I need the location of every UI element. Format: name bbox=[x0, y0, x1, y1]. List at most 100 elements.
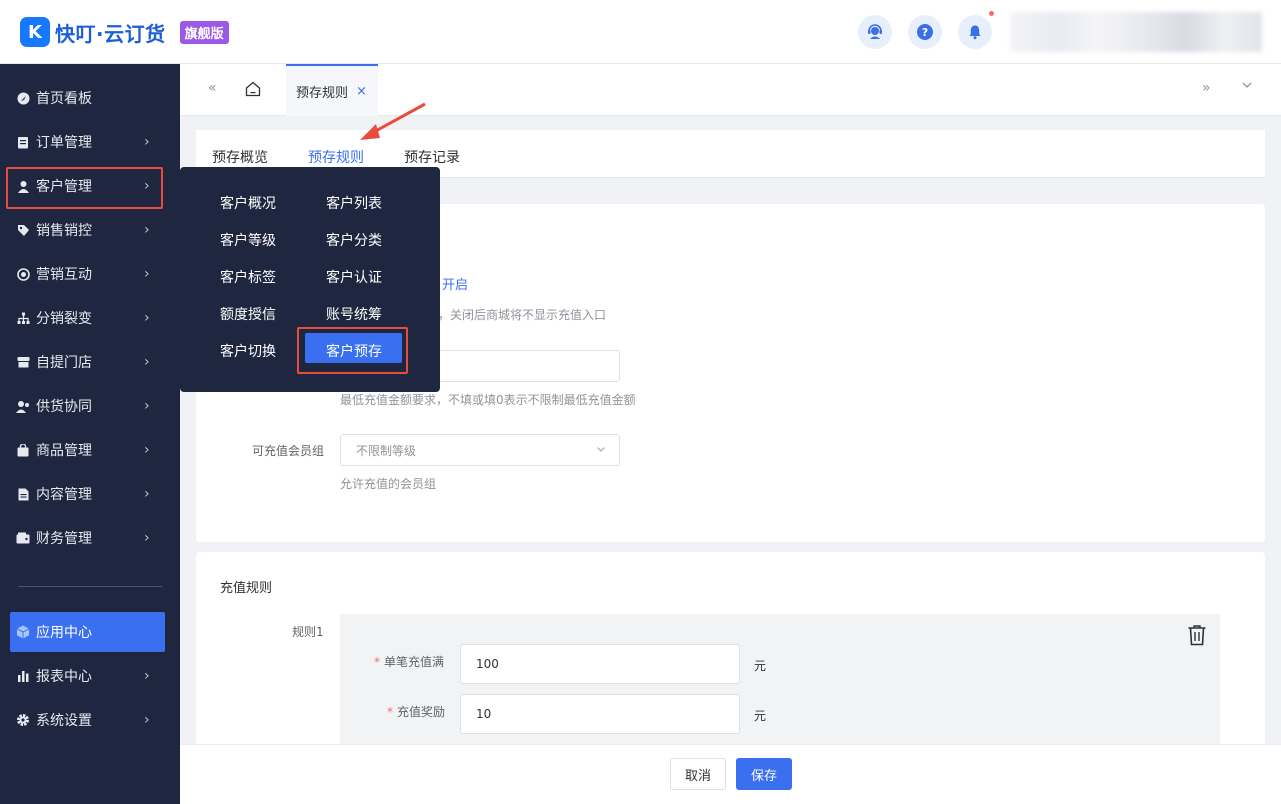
distribution-icon bbox=[16, 311, 30, 325]
sidebar-item-dashboard[interactable]: 首页看板 bbox=[0, 78, 180, 118]
chevron-right-icon: › bbox=[144, 442, 150, 458]
sidebar-item-settings[interactable]: 系统设置 › bbox=[0, 700, 180, 740]
submenu-customer-switch[interactable]: 客户切换 bbox=[220, 341, 276, 361]
app-logo[interactable]: K 快叮·云订货 旗舰版 bbox=[20, 17, 229, 47]
sidebar-item-sales[interactable]: 销售销控 › bbox=[0, 210, 180, 250]
expand-right-icon[interactable]: » bbox=[1202, 80, 1211, 96]
sidebar-item-label: 系统设置 bbox=[36, 713, 92, 729]
reward-input[interactable]: 10 bbox=[460, 694, 740, 734]
required-mark: * bbox=[387, 705, 393, 719]
sidebar-item-store[interactable]: 自提门店 › bbox=[0, 342, 180, 382]
sidebar-item-distribution[interactable]: 分销裂变 › bbox=[0, 298, 180, 338]
support-icon[interactable] bbox=[858, 15, 892, 49]
help-icon[interactable]: ? bbox=[908, 15, 942, 49]
chevron-right-icon: › bbox=[144, 712, 150, 728]
footer-bar bbox=[180, 744, 1281, 804]
submenu-credit[interactable]: 额度授信 bbox=[220, 304, 276, 324]
reward-value: 10 bbox=[476, 707, 492, 721]
single-recharge-text: 单笔充值满 bbox=[384, 655, 445, 669]
rule-label: 规则1 bbox=[292, 625, 324, 639]
tab-bar: « 预存规则 × » bbox=[180, 64, 1281, 116]
customer-menu-highlight-box bbox=[6, 167, 163, 209]
tab-label: 预存规则 bbox=[296, 85, 349, 101]
sidebar-item-label: 财务管理 bbox=[36, 531, 92, 547]
goods-icon bbox=[16, 443, 30, 457]
chevron-right-icon: › bbox=[144, 668, 150, 684]
help-glyph: ? bbox=[917, 24, 933, 40]
chevron-right-icon: › bbox=[144, 486, 150, 502]
single-recharge-label: * 单笔充值满 bbox=[374, 653, 444, 670]
required-mark: * bbox=[374, 655, 380, 669]
submenu-customer-list[interactable]: 客户列表 bbox=[326, 193, 382, 213]
bell-icon[interactable] bbox=[958, 15, 992, 49]
chevron-right-icon: › bbox=[144, 354, 150, 370]
supply-icon bbox=[16, 399, 30, 413]
trash-icon[interactable] bbox=[1187, 624, 1207, 646]
sidebar-item-label: 订单管理 bbox=[36, 135, 92, 151]
collapse-left-icon[interactable]: « bbox=[208, 80, 217, 96]
chevron-right-icon: › bbox=[144, 266, 150, 282]
chevron-right-icon: › bbox=[144, 134, 150, 150]
submenu-customer-verify[interactable]: 客户认证 bbox=[326, 267, 382, 287]
sidebar-item-label: 商品管理 bbox=[36, 443, 92, 459]
edition-badge: 旗舰版 bbox=[179, 20, 229, 44]
sidebar-item-label: 内容管理 bbox=[36, 487, 92, 503]
subtab-rules[interactable]: 预存规则 bbox=[308, 147, 364, 167]
subtab-records[interactable]: 预存记录 bbox=[404, 147, 460, 167]
sidebar-item-goods[interactable]: 商品管理 › bbox=[0, 430, 180, 470]
sidebar-item-content[interactable]: 内容管理 › bbox=[0, 474, 180, 514]
submenu-customer-level[interactable]: 客户等级 bbox=[220, 230, 276, 250]
chevron-right-icon: › bbox=[144, 530, 150, 546]
chevron-right-icon: › bbox=[144, 222, 150, 238]
min-amount-hint: 最低充值金额要求，不填或填0表示不限制最低充值金额 bbox=[340, 393, 636, 407]
user-info-blurred[interactable] bbox=[1010, 12, 1262, 52]
sidebar-item-finance[interactable]: 财务管理 › bbox=[0, 518, 180, 558]
single-recharge-value: 100 bbox=[476, 657, 499, 671]
marketing-icon bbox=[16, 267, 30, 281]
dashboard-icon bbox=[16, 91, 30, 105]
unit-yuan: 元 bbox=[754, 659, 767, 673]
sidebar-item-orders[interactable]: 订单管理 › bbox=[0, 122, 180, 162]
unit-yuan: 元 bbox=[754, 709, 767, 723]
cancel-button[interactable]: 取消 bbox=[670, 758, 726, 790]
member-group-select[interactable]: 不限制等级 bbox=[340, 434, 620, 466]
top-header: K 快叮·云订货 旗舰版 ? bbox=[0, 0, 1281, 64]
single-recharge-input[interactable]: 100 bbox=[460, 644, 740, 684]
sidebar-item-reports[interactable]: 报表中心 › bbox=[0, 656, 180, 696]
sidebar-item-label: 供货协同 bbox=[36, 399, 92, 415]
app-title: 快叮·云订货 bbox=[55, 21, 166, 46]
chevron-down-icon[interactable] bbox=[1240, 78, 1254, 96]
reward-text: 充值奖励 bbox=[397, 705, 446, 719]
sidebar-divider bbox=[18, 586, 162, 587]
prestore-highlight-box bbox=[297, 327, 408, 374]
finance-icon bbox=[16, 531, 30, 545]
sidebar-item-label: 应用中心 bbox=[36, 625, 92, 641]
sidebar-item-label: 分销裂变 bbox=[36, 311, 92, 327]
subtab-overview[interactable]: 预存概览 bbox=[212, 147, 268, 167]
notification-dot bbox=[989, 11, 994, 16]
settings-icon bbox=[16, 713, 30, 727]
reward-label: * 充值奖励 bbox=[387, 703, 445, 720]
sales-icon bbox=[16, 223, 30, 237]
member-group-label: 可充值会员组 bbox=[252, 444, 325, 458]
submenu-customer-category[interactable]: 客户分类 bbox=[326, 230, 382, 250]
submenu-customer-tag[interactable]: 客户标签 bbox=[220, 267, 276, 287]
member-group-placeholder: 不限制等级 bbox=[356, 443, 417, 458]
close-icon[interactable]: × bbox=[356, 84, 367, 99]
member-group-hint: 允许充值的会员组 bbox=[340, 477, 437, 491]
enable-toggle-link[interactable]: 开启 bbox=[442, 274, 468, 293]
sidebar-item-label: 营销互动 bbox=[36, 267, 92, 283]
toggle-hint: 能，关闭后商城将不显示充值入口 bbox=[426, 308, 607, 322]
submenu-customer-overview[interactable]: 客户概况 bbox=[220, 193, 276, 213]
submenu-account[interactable]: 账号统筹 bbox=[326, 304, 382, 324]
save-button[interactable]: 保存 bbox=[736, 758, 792, 790]
app-center-icon bbox=[16, 625, 30, 639]
sidebar-item-label: 自提门店 bbox=[36, 355, 92, 371]
sidebar-item-app-center[interactable]: 应用中心 bbox=[0, 612, 180, 652]
store-icon bbox=[16, 355, 30, 369]
sidebar-item-marketing[interactable]: 营销互动 › bbox=[0, 254, 180, 294]
section-title: 充值规则 bbox=[220, 581, 273, 596]
annotation-arrow-icon bbox=[360, 102, 426, 140]
home-icon[interactable] bbox=[244, 80, 262, 102]
sidebar-item-supply[interactable]: 供货协同 › bbox=[0, 386, 180, 426]
